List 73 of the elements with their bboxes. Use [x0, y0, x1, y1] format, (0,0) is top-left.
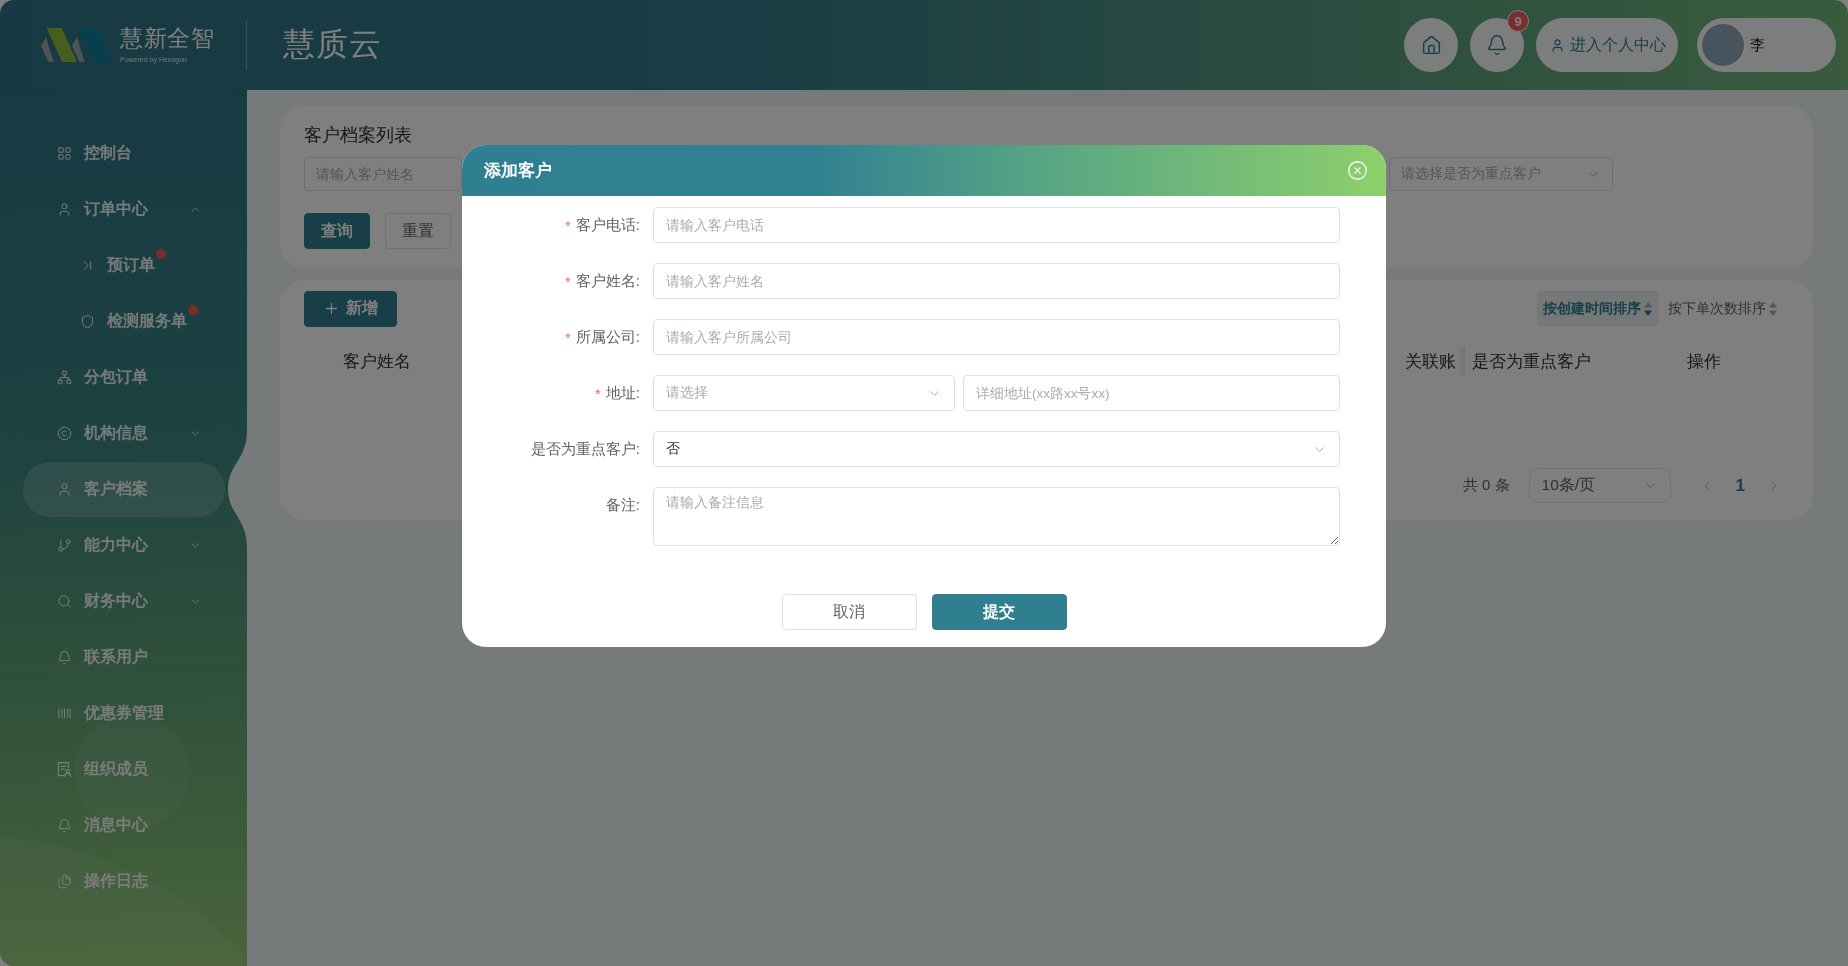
branch-icon [57, 537, 72, 553]
required-mark: * [565, 328, 571, 346]
required-mark: * [565, 216, 571, 234]
field-label: 地址: [605, 383, 640, 403]
sidebar-item[interactable]: 能力中心 [23, 517, 225, 573]
select-field[interactable]: 否 [653, 431, 1340, 467]
copyright-icon [57, 425, 72, 441]
sidebar-item[interactable]: 财务中心 [23, 573, 225, 629]
bell-icon [57, 817, 72, 833]
column-header: 关联账 [1405, 350, 1457, 373]
sidebar-item[interactable]: 优惠券管理 [23, 685, 225, 741]
page-button[interactable]: 1 [1733, 475, 1747, 496]
sidebar-item[interactable]: 联系用户 [23, 629, 225, 685]
app-title: 慧质云 [283, 25, 382, 64]
text-input[interactable]: 请输入客户电话 [653, 207, 1340, 243]
plus-icon [323, 300, 340, 317]
sidebar-item[interactable]: 机构信息 [23, 405, 225, 461]
sort-icon [1769, 301, 1777, 316]
text-input[interactable]: 请输入客户姓名 [653, 263, 1340, 299]
column-header: 客户姓名 [343, 350, 411, 373]
card-title: 客户档案列表 [304, 125, 412, 145]
cancel-button[interactable]: 取消 [781, 594, 917, 630]
field-label: 客户姓名: [575, 271, 640, 291]
required-mark: * [595, 384, 601, 402]
sidebar-item[interactable]: 控制台 [23, 125, 225, 181]
add-button[interactable]: 新增 [304, 290, 397, 327]
home-button[interactable] [1404, 18, 1458, 72]
field-label: 所属公司: [575, 327, 640, 347]
sidebar-item[interactable]: 组织成员 [23, 741, 225, 797]
field-label: 备注: [605, 495, 640, 515]
column-header: 操作 [1687, 350, 1721, 373]
dialog-title: 添加客户 [484, 160, 552, 182]
text-input[interactable]: 请输入客户所属公司 [653, 319, 1340, 355]
sort-button[interactable]: 按下单次数排序 [1662, 291, 1783, 326]
user-icon [1550, 37, 1565, 53]
user-icon [57, 201, 72, 217]
sitemap-icon [57, 369, 72, 385]
text-input[interactable]: 详细地址(xx路xx号xx) [963, 375, 1340, 411]
sort-icon [1644, 301, 1652, 316]
user-menu[interactable]: 李 [1697, 18, 1836, 72]
field-label: 是否为重点客户: [530, 439, 640, 459]
field-label: 客户电话: [575, 215, 640, 235]
sidebar-item[interactable]: 分包订单 [23, 349, 225, 405]
logo-icon [41, 28, 113, 62]
sidebar-item[interactable]: 订单中心 [23, 181, 225, 237]
column-header: 是否为重点客户 [1472, 350, 1591, 373]
magnifier-icon [57, 593, 72, 609]
barcode-icon [57, 705, 72, 721]
notification-button[interactable] [1470, 18, 1524, 72]
bell-icon [1486, 34, 1508, 56]
submit-button[interactable]: 提交 [931, 594, 1067, 630]
page-size-select[interactable]: 10条/页 [1528, 468, 1671, 503]
sidebar-subitem[interactable]: 预订单 [23, 237, 225, 293]
select-field[interactable]: 请选择 [653, 375, 955, 411]
user-icon [57, 481, 72, 497]
bell-icon [57, 649, 72, 665]
notification-badge: 9 [1507, 10, 1529, 32]
avatar-image [1700, 22, 1746, 68]
brand-name: 慧新全智 [120, 26, 214, 52]
close-icon[interactable] [1347, 160, 1368, 181]
required-mark: * [565, 272, 571, 290]
home-icon [1420, 34, 1442, 56]
files-icon [57, 873, 72, 889]
textarea-field[interactable]: 请输入备注信息 [653, 487, 1340, 546]
sort-button[interactable]: 按创建时间排序 [1537, 291, 1658, 326]
reset-button[interactable]: 重置 [385, 213, 451, 249]
document-user-icon [57, 761, 72, 777]
grid-icon [57, 145, 72, 161]
profile-button[interactable]: 进入个人中心 [1536, 18, 1678, 72]
shield-icon [80, 313, 95, 329]
total-count: 共 0 条 [1462, 476, 1510, 495]
query-button[interactable]: 查询 [304, 213, 370, 249]
sidebar-subitem[interactable]: 检测服务单 [23, 293, 225, 349]
